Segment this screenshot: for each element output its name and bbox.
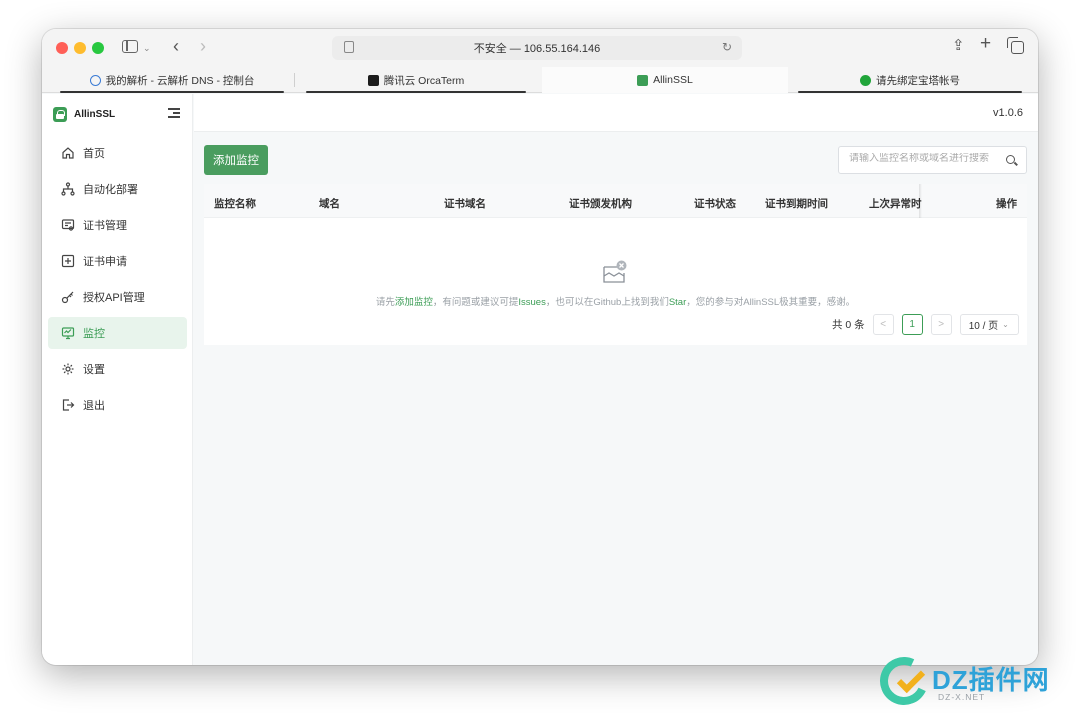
page-size-select[interactable]: 10 / 页 ⌄	[959, 313, 1019, 335]
cloud-icon	[89, 74, 101, 86]
menu-collapse-icon[interactable]	[168, 108, 180, 118]
pagination: 共 0 条 < 1 > 10 / 页 ⌄	[832, 313, 1019, 335]
add-monitor-button[interactable]: 添加监控	[204, 145, 268, 175]
empty-data-icon	[602, 259, 628, 285]
sidebar-item-cert-apply[interactable]: 证书申请	[48, 245, 187, 277]
share-icon[interactable]: ⇪	[952, 38, 965, 54]
page-size-value: 10 / 页	[968, 320, 999, 332]
table-header: 监控名称 域名 证书域名 证书颁发机构 证书状态 证书到期时间 上次异常时 操作	[204, 184, 1027, 218]
tab-label: 腾讯云 OrcaTerm	[383, 74, 465, 87]
page-1-button[interactable]: 1	[901, 313, 923, 335]
sidebar-item-deploy[interactable]: 自动化部署	[48, 173, 187, 205]
browser-titlebar: ⌄ ‹ › 不安全 — 106.55.164.146 ↻ ⇪ +	[42, 29, 1038, 67]
tab-divider	[294, 73, 295, 87]
empty-text-part: 请先	[375, 297, 395, 308]
tab-label: AllinSSL	[653, 74, 693, 86]
sidebar-nav: 首页 自动化部署 证书管理 证书申请 授权API管理 监控 设置 退出	[48, 137, 187, 425]
sidebar-item-label: 设置	[83, 364, 105, 376]
sidebar-item-settings[interactable]: 设置	[48, 353, 187, 385]
version-label: v1.0.6	[993, 107, 1023, 119]
column-divider	[919, 184, 922, 218]
tab-underline	[60, 91, 284, 93]
sidebar-item-monitor[interactable]: 监控	[48, 317, 187, 349]
column-header: 证书域名	[444, 198, 486, 210]
lock-icon	[637, 74, 649, 86]
gear-icon	[61, 362, 75, 376]
address-text: 不安全 — 106.55.164.146	[473, 43, 601, 55]
tab-bar: 我的解析 - 云解析 DNS - 控制台 腾讯云 OrcaTerm AllinS…	[42, 67, 1038, 93]
empty-text-part: ，也可以在Github上找到我们	[545, 297, 669, 308]
search-icon[interactable]	[1006, 155, 1015, 164]
total-count: 共 0 条	[832, 318, 865, 331]
tab-orcaterm[interactable]: 腾讯云 OrcaTerm	[298, 67, 534, 93]
tab-dns[interactable]: 我的解析 - 云解析 DNS - 控制台	[52, 67, 292, 93]
minimize-window-button[interactable]	[74, 42, 86, 54]
sidebar-item-label: 自动化部署	[83, 184, 138, 196]
search-input[interactable]	[849, 153, 994, 164]
browser-window: ⌄ ‹ › 不安全 — 106.55.164.146 ↻ ⇪ + 我的解析 - …	[42, 29, 1038, 665]
sidebar-item-logout[interactable]: 退出	[48, 389, 187, 421]
bt-icon	[860, 74, 871, 86]
next-page-button[interactable]: >	[930, 313, 952, 335]
tab-underline	[798, 91, 1022, 93]
reload-icon[interactable]: ↻	[722, 40, 732, 54]
empty-state-text: 请先添加监控，有问题或建议可提Issues，也可以在Github上找到我们Sta…	[204, 294, 1027, 308]
watermark-logo: DZ插件网 DZ-X.NET	[873, 650, 1068, 712]
column-header: 上次异常时	[869, 198, 922, 210]
star-link[interactable]: Star	[669, 297, 686, 308]
column-header: 证书颁发机构	[569, 198, 632, 210]
search-box[interactable]	[838, 146, 1027, 174]
workflow-icon	[61, 182, 75, 196]
logout-icon	[61, 398, 75, 412]
tab-underline	[306, 91, 526, 93]
certificate-icon	[61, 218, 75, 232]
sidebar-item-home[interactable]: 首页	[48, 137, 187, 169]
column-header: 监控名称	[214, 198, 256, 210]
chevron-down-icon[interactable]: ⌄	[143, 40, 151, 56]
address-bar[interactable]: 不安全 — 106.55.164.146 ↻	[332, 36, 742, 60]
new-tab-icon[interactable]: +	[980, 34, 991, 53]
sidebar-item-cert-manage[interactable]: 证书管理	[48, 209, 187, 241]
app-root: AllinSSL 首页 自动化部署 证书管理 证书申请 授权API管理 监控 设…	[42, 94, 1038, 665]
tab-label: 请先绑定宝塔帐号	[876, 74, 960, 87]
issues-link[interactable]: Issues	[518, 297, 545, 308]
column-header: 操作	[996, 198, 1017, 210]
sidebar-item-label: 首页	[83, 148, 105, 160]
home-icon	[61, 146, 75, 160]
monitor-page: 添加监控 监控名称 域名 证书域名 证书颁发机构 证书状态 证书到期时间 上次异…	[194, 133, 1038, 665]
monitor-icon	[61, 326, 75, 340]
empty-text-part: ，您的参与对AllinSSL极其重要，感谢。	[686, 297, 856, 308]
sidebar-item-api[interactable]: 授权API管理	[48, 281, 187, 313]
topbar: v1.0.6	[194, 94, 1038, 132]
zoom-window-button[interactable]	[92, 42, 104, 54]
sidebar: AllinSSL 首页 自动化部署 证书管理 证书申请 授权API管理 监控 设…	[42, 94, 193, 665]
add-monitor-link[interactable]: 添加监控	[395, 297, 433, 308]
back-icon[interactable]: ‹	[173, 37, 179, 55]
lock-icon	[53, 106, 67, 122]
key-icon	[61, 290, 75, 304]
column-header: 证书状态	[694, 198, 736, 210]
tab-allinssl[interactable]: AllinSSL	[542, 67, 788, 93]
brand-name: AllinSSL	[74, 108, 116, 120]
column-header: 证书到期时间	[765, 198, 828, 210]
forward-icon[interactable]: ›	[200, 37, 206, 55]
empty-text-part: ，有问题或建议可提	[432, 297, 519, 308]
sidebar-item-label: 证书申请	[83, 256, 127, 268]
terminal-icon	[367, 74, 379, 86]
tab-bt[interactable]: 请先绑定宝塔帐号	[790, 67, 1030, 93]
tab-overview-icon[interactable]	[1007, 37, 1024, 54]
sidebar-item-label: 授权API管理	[83, 292, 145, 304]
close-window-button[interactable]	[56, 42, 68, 54]
sidebar-item-label: 监控	[83, 328, 105, 340]
chevron-down-icon: ⌄	[1002, 319, 1009, 329]
plus-square-icon	[61, 254, 75, 268]
brand[interactable]: AllinSSL	[53, 106, 115, 122]
watermark-subtext: DZ-X.NET	[938, 692, 986, 702]
sidebar-toggle-icon[interactable]	[122, 40, 138, 53]
tab-label: 我的解析 - 云解析 DNS - 控制台	[105, 74, 255, 87]
sidebar-item-label: 证书管理	[83, 220, 127, 232]
prev-page-button[interactable]: <	[872, 313, 894, 335]
column-header: 域名	[319, 198, 340, 210]
sidebar-item-label: 退出	[83, 400, 105, 412]
